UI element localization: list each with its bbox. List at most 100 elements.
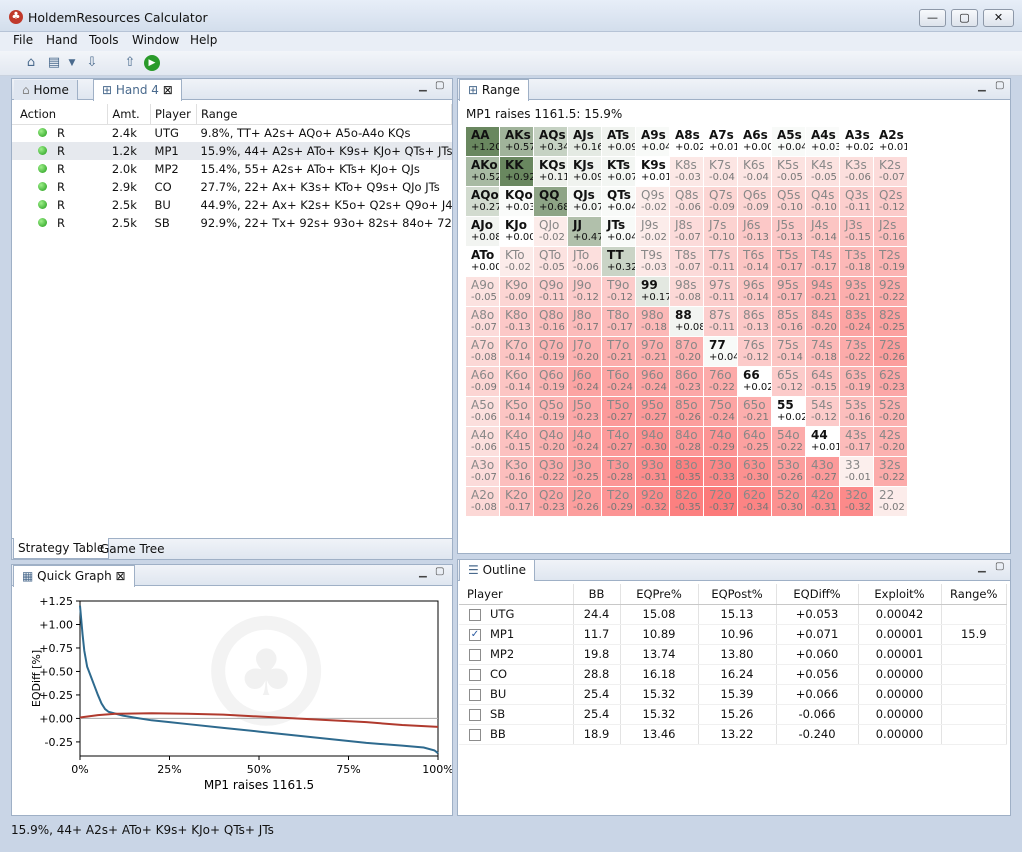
menu-help[interactable]: Help — [190, 33, 217, 47]
range-cell[interactable]: A2o -0.08 — [466, 487, 500, 517]
range-cell[interactable]: K2o -0.17 — [500, 487, 534, 517]
maximize-button[interactable]: ▢ — [951, 9, 978, 27]
tab-range[interactable]: ⊞ Range — [459, 79, 529, 101]
player-checkbox[interactable] — [469, 648, 481, 661]
range-cell[interactable]: 87s -0.11 — [704, 307, 738, 337]
strategy-row[interactable]: R 2.9k CO 27.7%, 22+ Ax+ K3s+ KTo+ Q9s+ QJo… — [12, 178, 452, 196]
range-cell[interactable]: 65s -0.12 — [772, 367, 806, 397]
range-cell[interactable]: T6o -0.24 — [602, 367, 636, 397]
import-icon[interactable]: ⇩ — [83, 54, 101, 72]
minimize-range-icon[interactable]: ▁ — [978, 81, 986, 92]
range-cell[interactable]: KJs +0.09 — [568, 157, 602, 187]
range-cell[interactable]: 22 -0.02 — [874, 487, 908, 517]
range-cell[interactable]: A8o -0.07 — [466, 307, 500, 337]
range-cell[interactable]: 66 +0.02 — [738, 367, 772, 397]
range-cell[interactable]: 64s -0.15 — [806, 367, 840, 397]
range-cell[interactable]: Q2s -0.12 — [874, 187, 908, 217]
close-tab-icon[interactable]: ⊠ — [163, 83, 173, 97]
range-cell[interactable]: 74o -0.29 — [704, 427, 738, 457]
range-cell[interactable]: Q2o -0.23 — [534, 487, 568, 517]
close-graph-tab-icon[interactable]: ⊠ — [116, 569, 126, 583]
range-cell[interactable]: K6o -0.14 — [500, 367, 534, 397]
tab-game-tree[interactable]: Game Tree — [96, 539, 169, 559]
range-cell[interactable]: T9o -0.12 — [602, 277, 636, 307]
col-player[interactable]: Player — [459, 584, 574, 605]
range-cell[interactable]: K5s -0.05 — [772, 157, 806, 187]
close-window-button[interactable]: ✕ — [983, 9, 1014, 27]
range-cell[interactable]: QQ +0.68 — [534, 187, 568, 217]
tab-outline[interactable]: ☰ Outline — [459, 559, 535, 581]
col-bb[interactable]: BB — [573, 584, 621, 605]
range-cell[interactable]: T8o -0.17 — [602, 307, 636, 337]
range-cell[interactable]: 76o -0.22 — [704, 367, 738, 397]
range-cell[interactable]: TT +0.32 — [602, 247, 636, 277]
range-cell[interactable]: 98s -0.08 — [670, 277, 704, 307]
range-cell[interactable]: Q8o -0.16 — [534, 307, 568, 337]
strategy-row[interactable]: R 2.0k MP2 15.4%, 55+ A2s+ ATo+ KTs+ KJo+ Q… — [12, 160, 452, 178]
player-checkbox[interactable] — [469, 728, 481, 741]
tab-strategy-table[interactable]: Strategy Table — [13, 538, 110, 559]
range-cell[interactable]: Q6o -0.19 — [534, 367, 568, 397]
outline-row[interactable]: BB 18.9 13.46 13.22 -0.240 0.00000 — [459, 724, 1007, 745]
range-cell[interactable]: 84s -0.20 — [806, 307, 840, 337]
range-cell[interactable]: 85o -0.26 — [670, 397, 704, 427]
range-cell[interactable]: AKs +0.57 — [500, 127, 534, 157]
range-cell[interactable]: QTo -0.05 — [534, 247, 568, 277]
range-cell[interactable]: Q5s -0.10 — [772, 187, 806, 217]
range-cell[interactable]: T7o -0.21 — [602, 337, 636, 367]
range-cell[interactable]: 44 +0.01 — [806, 427, 840, 457]
range-cell[interactable]: 95s -0.17 — [772, 277, 806, 307]
range-cell[interactable]: A2s +0.01 — [874, 127, 908, 157]
range-cell[interactable]: 76s -0.12 — [738, 337, 772, 367]
range-cell[interactable]: AQs +0.34 — [534, 127, 568, 157]
range-cell[interactable]: Q4s -0.10 — [806, 187, 840, 217]
strategy-row[interactable]: R 2.4k UTG 9.8%, TT+ A2s+ AQo+ A5o-A4o KQs — [12, 124, 452, 142]
range-cell[interactable]: K3o -0.16 — [500, 457, 534, 487]
range-cell[interactable]: Q6s -0.09 — [738, 187, 772, 217]
range-cell[interactable]: J9o -0.12 — [568, 277, 602, 307]
range-cell[interactable]: 43o -0.27 — [806, 457, 840, 487]
col-eqdiff[interactable]: EQDiff% — [776, 584, 859, 605]
range-cell[interactable]: 96o -0.24 — [636, 367, 670, 397]
range-cell[interactable]: J8s -0.07 — [670, 217, 704, 247]
minimize-graph-icon[interactable]: ▁ — [419, 567, 427, 578]
range-cell[interactable]: JTs +0.04 — [602, 217, 636, 247]
strategy-row[interactable]: R 1.2k MP1 15.9%, 44+ A2s+ ATo+ K9s+ KJo+ Q… — [12, 142, 452, 160]
range-cell[interactable]: QTs +0.04 — [602, 187, 636, 217]
range-cell[interactable]: 53o -0.26 — [772, 457, 806, 487]
range-cell[interactable]: J8o -0.17 — [568, 307, 602, 337]
col-range[interactable]: Range — [196, 104, 452, 124]
range-cell[interactable]: 65o -0.21 — [738, 397, 772, 427]
range-cell[interactable]: J5s -0.13 — [772, 217, 806, 247]
range-cell[interactable]: K4o -0.15 — [500, 427, 534, 457]
range-cell[interactable]: 54o -0.22 — [772, 427, 806, 457]
range-cell[interactable]: Q3o -0.22 — [534, 457, 568, 487]
range-cell[interactable]: 85s -0.16 — [772, 307, 806, 337]
minimize-panel-icon[interactable]: ▁ — [419, 81, 427, 92]
range-cell[interactable]: K9o -0.09 — [500, 277, 534, 307]
range-cell[interactable]: AQo +0.27 — [466, 187, 500, 217]
range-cell[interactable]: T5o -0.27 — [602, 397, 636, 427]
player-checkbox[interactable] — [469, 608, 481, 621]
range-cell[interactable]: 73s -0.22 — [840, 337, 874, 367]
player-checkbox[interactable]: ✓ — [469, 628, 481, 641]
range-cell[interactable]: 95o -0.27 — [636, 397, 670, 427]
range-cell[interactable]: Q9s -0.02 — [636, 187, 670, 217]
col-action[interactable]: Action — [12, 104, 109, 124]
range-cell[interactable]: 82s -0.25 — [874, 307, 908, 337]
range-cell[interactable]: J2o -0.26 — [568, 487, 602, 517]
range-cell[interactable]: 72o -0.37 — [704, 487, 738, 517]
range-cell[interactable]: A7s +0.01 — [704, 127, 738, 157]
outline-row[interactable]: UTG 24.4 15.08 15.13 +0.053 0.00042 — [459, 604, 1007, 625]
range-cell[interactable]: T2s -0.19 — [874, 247, 908, 277]
range-cell[interactable]: 92s -0.22 — [874, 277, 908, 307]
range-cell[interactable]: 87o -0.20 — [670, 337, 704, 367]
maximize-range-icon[interactable]: ▢ — [995, 80, 1004, 91]
range-cell[interactable]: A4s +0.03 — [806, 127, 840, 157]
range-cell[interactable]: K2s -0.07 — [874, 157, 908, 187]
range-cell[interactable]: 97o -0.21 — [636, 337, 670, 367]
range-cell[interactable]: J7o -0.20 — [568, 337, 602, 367]
range-cell[interactable]: 54s -0.12 — [806, 397, 840, 427]
range-cell[interactable]: 55 +0.02 — [772, 397, 806, 427]
range-cell[interactable]: 93s -0.21 — [840, 277, 874, 307]
